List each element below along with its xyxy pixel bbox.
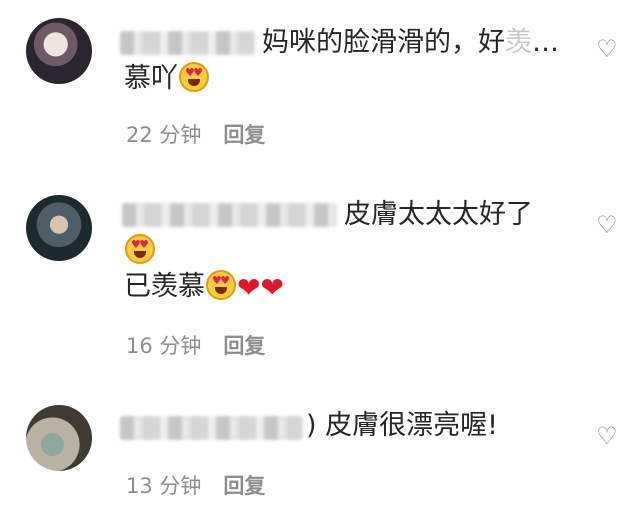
comment-text: 妈咪的脸滑滑的，好羡… bbox=[262, 24, 559, 62]
avatar[interactable] bbox=[26, 195, 92, 261]
comment-time: 16 分钟 bbox=[126, 334, 202, 358]
heart-outline-icon[interactable]: ♡ bbox=[594, 36, 620, 62]
heart-outline-icon[interactable]: ♡ bbox=[594, 212, 620, 238]
comment-text: 皮膚太太太好了 bbox=[344, 196, 533, 234]
comment-time: 13 分钟 bbox=[126, 474, 202, 498]
comment-text-prefix: ) bbox=[306, 410, 317, 441]
comment-text-faded: 羡 bbox=[505, 27, 532, 58]
reply-button[interactable]: 回复 bbox=[223, 334, 265, 358]
heart-eyes-emoji-icon bbox=[179, 62, 209, 92]
username-blurred[interactable] bbox=[120, 31, 255, 55]
heart-eyes-emoji-icon bbox=[125, 234, 155, 264]
comment-meta: 22 分钟 回复 bbox=[126, 121, 265, 149]
comment-text-continued: 慕吖 bbox=[124, 63, 178, 94]
comment-text-main: 皮膚太太太好了 bbox=[344, 199, 533, 230]
avatar[interactable] bbox=[26, 18, 92, 84]
red-heart-icon: ❤ bbox=[237, 271, 261, 304]
heart-eyes-emoji-icon bbox=[206, 270, 236, 300]
avatar[interactable] bbox=[26, 405, 92, 471]
heart-outline-icon[interactable]: ♡ bbox=[594, 423, 620, 449]
reply-button[interactable]: 回复 bbox=[223, 123, 265, 147]
comment-meta: 13 分钟 回复 bbox=[126, 472, 265, 500]
username-blurred[interactable] bbox=[122, 203, 337, 227]
comment-text-main: 妈咪的脸滑滑的，好 bbox=[262, 27, 505, 58]
comment-text-continued: 已羡慕 bbox=[124, 271, 205, 302]
username-blurred[interactable] bbox=[120, 416, 303, 440]
more-ellipsis[interactable]: … bbox=[532, 27, 559, 58]
reply-button[interactable]: 回复 bbox=[223, 474, 265, 498]
comment-text-line2 bbox=[124, 232, 156, 270]
comment-meta: 16 分钟 回复 bbox=[126, 332, 265, 360]
comment-time: 22 分钟 bbox=[126, 123, 202, 147]
comment-text-main: 皮膚很漂亮喔! bbox=[325, 410, 498, 441]
comment-text-line2: 慕吖 bbox=[124, 60, 210, 98]
comment-text: ) 皮膚很漂亮喔! bbox=[306, 407, 498, 445]
red-heart-icon: ❤ bbox=[260, 271, 284, 304]
comment-text-line3: 已羡慕 ❤❤ bbox=[124, 268, 284, 307]
